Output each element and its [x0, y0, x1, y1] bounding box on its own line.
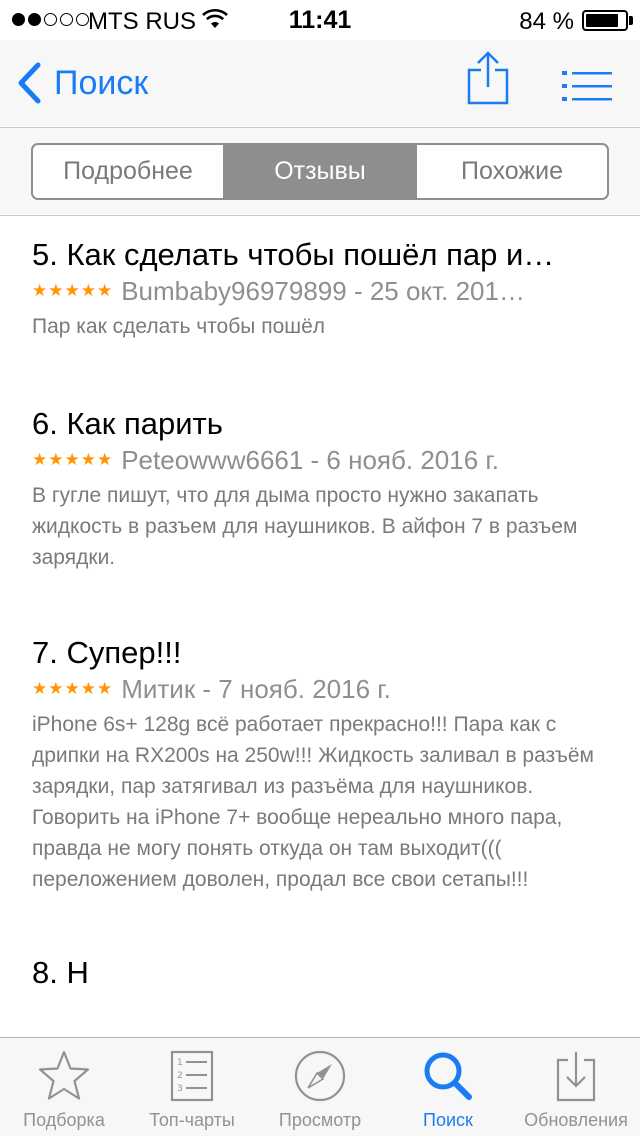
review-body: iPhone 6s+ 128g всё работает прекрасно!!… [32, 713, 594, 891]
status-bar: MTS RUS 11:41 84 % [0, 0, 640, 40]
reviews-list[interactable]: 5. Как сделать чтобы пошёл пар и… ★★★★★ … [0, 217, 640, 1037]
tab-featured[interactable]: Подборка [0, 1038, 128, 1136]
rating-stars: ★★★★★ [32, 281, 114, 300]
compass-icon [294, 1050, 346, 1102]
back-label: Поиск [54, 63, 149, 102]
segment-related[interactable]: Похожие [417, 145, 607, 198]
segmented-control: Подробнее Отзывы Похожие [31, 143, 609, 200]
review-title: 7. Супер!!! [32, 635, 182, 670]
star-icon [38, 1050, 90, 1100]
share-icon[interactable] [466, 50, 510, 106]
svg-text:3: 3 [177, 1084, 183, 1094]
tab-updates[interactable]: Обновления [512, 1038, 640, 1136]
segmented-control-bar: Подробнее Отзывы Похожие [0, 128, 640, 216]
back-button[interactable]: Поиск [16, 62, 148, 104]
chevron-left-icon [18, 62, 41, 104]
rating-stars: ★★★★★ [32, 450, 114, 469]
battery-percentage: 84 % [519, 8, 574, 35]
rating-stars: ★★★★★ [32, 679, 114, 698]
list-icon[interactable] [562, 70, 612, 102]
svg-text:1: 1 [177, 1058, 183, 1068]
search-icon [424, 1052, 472, 1100]
tab-search[interactable]: Поиск [384, 1038, 512, 1136]
review-item: 5. Как сделать чтобы пошёл пар и… ★★★★★ … [0, 217, 640, 342]
tab-label: Подборка [23, 1110, 105, 1130]
review-meta: ★★★★★ Митик - 7 нояб. 2016 г. [32, 673, 608, 705]
review-meta: ★★★★★ Bumbaby96979899 - 25 окт. 201… [32, 275, 608, 307]
review-title: 6. Как парить [32, 406, 223, 441]
tab-label: Обновления [524, 1110, 628, 1130]
segment-reviews[interactable]: Отзывы [225, 145, 417, 198]
review-body: Пар как сделать чтобы пошёл [32, 315, 326, 338]
battery-icon [582, 10, 628, 31]
svg-text:2: 2 [177, 1071, 183, 1081]
tab-label: Поиск [423, 1110, 473, 1130]
tab-label: Просмотр [278, 1110, 362, 1130]
review-item: 6. Как парить ★★★★★ Peteowww6661 - 6 ноя… [0, 342, 640, 573]
battery-tip [629, 16, 633, 25]
review-title: 5. Как сделать чтобы пошёл пар и… [32, 237, 555, 272]
top-charts-icon: 1 2 3 [170, 1050, 214, 1102]
tab-bar: Подборка 1 2 3 Топ-чарты Просмотр Поиск [0, 1037, 640, 1136]
segment-details[interactable]: Подробнее [33, 145, 225, 198]
review-body: В гугле пишут, что для дыма просто нужно… [32, 484, 578, 569]
tab-top-charts[interactable]: 1 2 3 Топ-чарты [128, 1038, 256, 1136]
updates-icon [556, 1052, 596, 1102]
battery-fill [586, 14, 618, 27]
tab-explore[interactable]: Просмотр [256, 1038, 384, 1136]
review-title: 8. Н [32, 955, 89, 990]
review-author-date: Bumbaby96979899 - 25 окт. 201… [121, 275, 525, 306]
review-author-date: Митик - 7 нояб. 2016 г. [121, 673, 391, 704]
tab-label: Топ-чарты [149, 1110, 235, 1130]
navigation-bar: Поиск [0, 40, 640, 128]
review-meta: ★★★★★ Peteowww6661 - 6 нояб. 2016 г. [32, 444, 608, 476]
review-item: 7. Супер!!! ★★★★★ Митик - 7 нояб. 2016 г… [0, 573, 640, 895]
review-author-date: Peteowww6661 - 6 нояб. 2016 г. [121, 444, 499, 475]
review-item: 8. Н [0, 895, 640, 993]
